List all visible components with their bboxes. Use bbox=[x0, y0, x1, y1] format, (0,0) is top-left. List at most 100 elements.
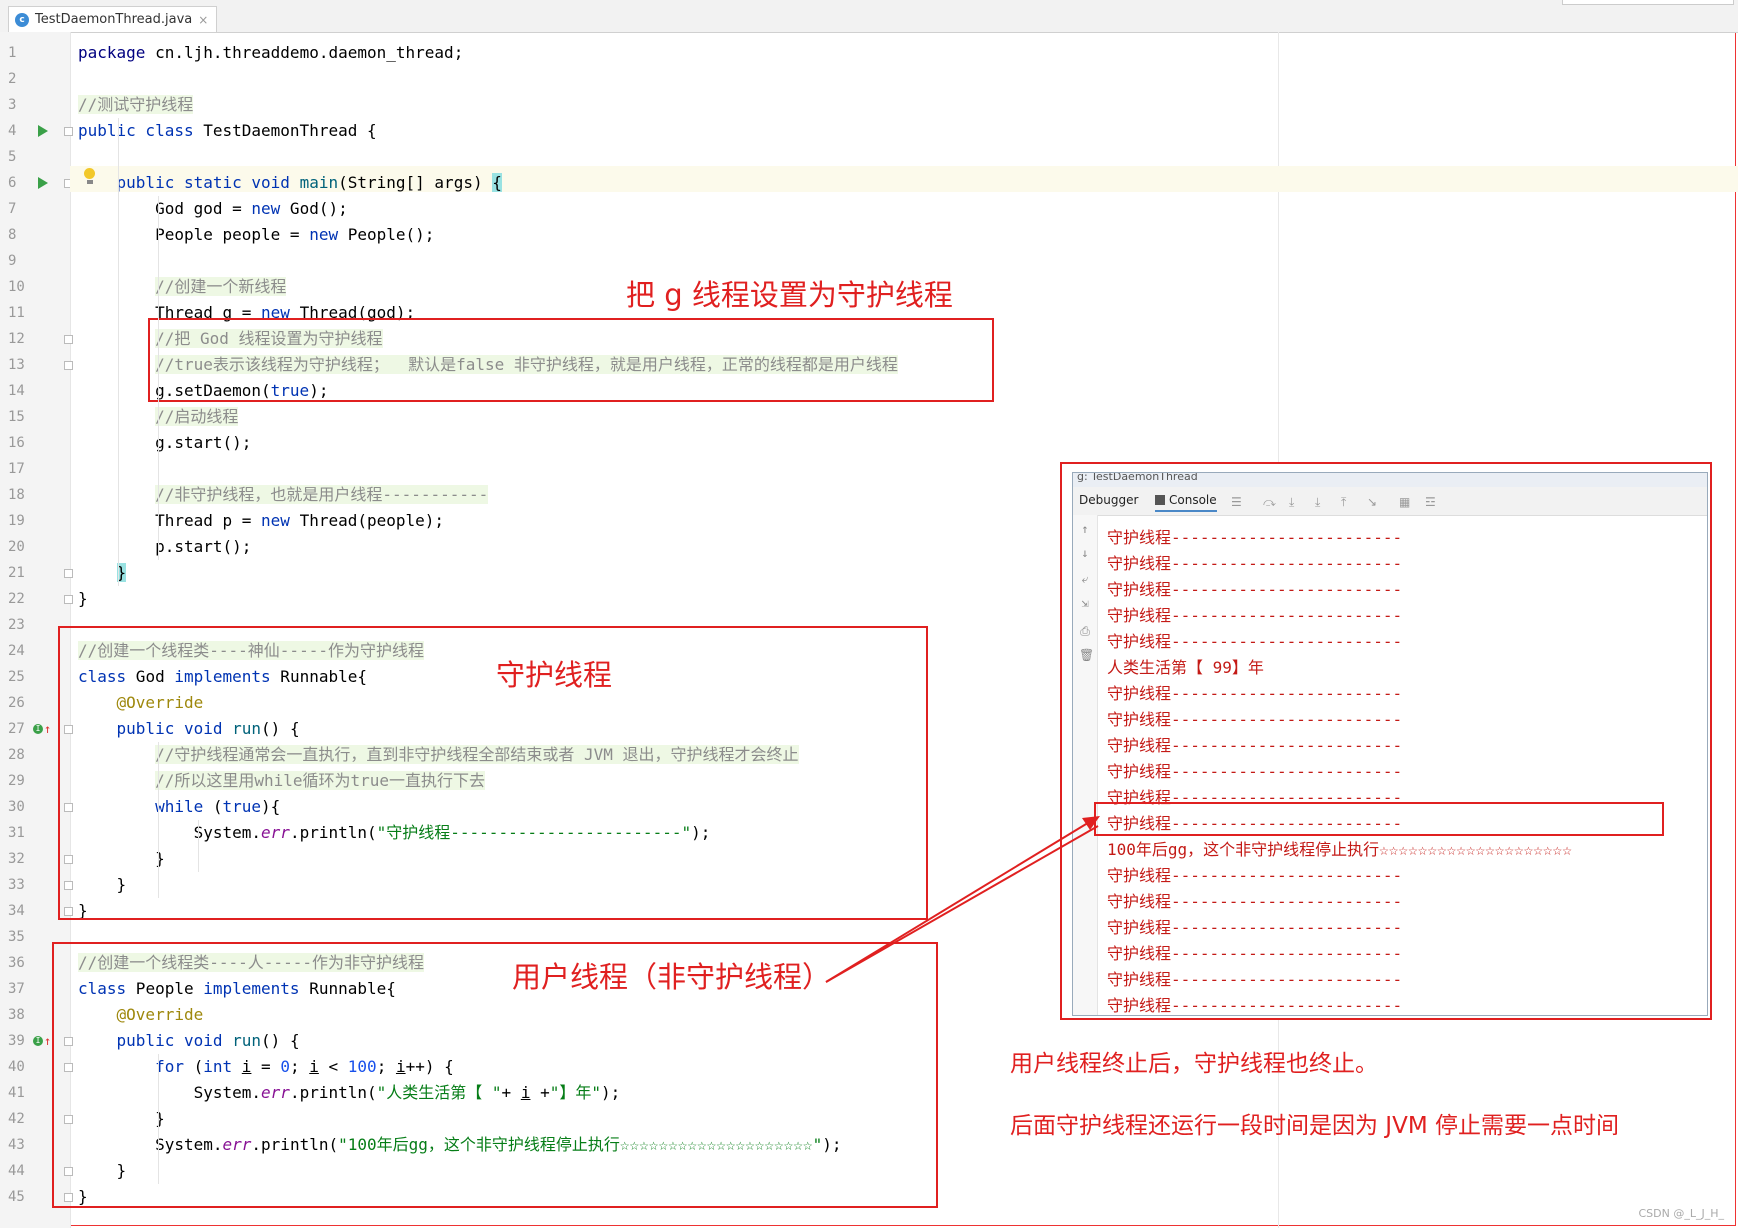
arrow-down-icon[interactable]: ↓ bbox=[1079, 547, 1091, 559]
menu-icon[interactable]: ☰ bbox=[1231, 496, 1243, 508]
soft-wrap-icon[interactable]: ⤶ bbox=[1079, 573, 1091, 585]
console-line: 守护线程------------------------ bbox=[1107, 944, 1403, 963]
console-line: 守护线程------------------------ bbox=[1107, 892, 1403, 911]
line-number: 29 bbox=[8, 773, 25, 789]
console-line: 守护线程------------------------ bbox=[1107, 606, 1403, 625]
trash-icon[interactable]: 🗑 bbox=[1079, 649, 1094, 661]
code-token: People(); bbox=[338, 225, 435, 244]
trace-icon[interactable]: ☲ bbox=[1425, 496, 1437, 508]
line-number: 20 bbox=[8, 539, 25, 555]
code-token: public class bbox=[78, 121, 194, 140]
code-token: p.start(); bbox=[78, 537, 252, 556]
line-number: 33 bbox=[8, 877, 25, 893]
line-number: 28 bbox=[8, 747, 25, 763]
run-gutter-icon[interactable] bbox=[38, 177, 48, 189]
scroll-to-end-icon[interactable]: ⇲ bbox=[1079, 597, 1091, 609]
indent-guide bbox=[118, 118, 119, 586]
fold-marker-icon[interactable] bbox=[64, 127, 73, 136]
code-token: People people = bbox=[78, 225, 310, 244]
code-line: People people = new People(); bbox=[78, 222, 434, 248]
print-icon[interactable]: ⎙ bbox=[1079, 625, 1091, 637]
line-number: 16 bbox=[8, 435, 25, 451]
run-to-cursor-icon[interactable]: ↘ bbox=[1367, 496, 1379, 508]
line-number: 27 bbox=[8, 721, 25, 737]
code-line: //测试守护线程 bbox=[78, 92, 194, 118]
line-number: 44 bbox=[8, 1163, 25, 1179]
code-token: //非守护线程，也就是用户线程----------- bbox=[155, 485, 489, 504]
indent-guide bbox=[158, 1054, 159, 1184]
console-line: 守护线程------------------------ bbox=[1107, 528, 1403, 547]
line-number: 25 bbox=[8, 669, 25, 685]
line-number: 2 bbox=[8, 71, 17, 87]
line-number: 24 bbox=[8, 643, 25, 659]
step-into-icon[interactable]: ⤓ bbox=[1289, 496, 1301, 508]
force-step-into-icon[interactable]: ⤓ bbox=[1315, 496, 1327, 508]
console-line: 人类生活第【 99】年 bbox=[1107, 658, 1264, 677]
code-token: (String[] args) bbox=[338, 173, 493, 192]
line-number: 22 bbox=[8, 591, 25, 607]
code-line: public static void main(String[] args) { bbox=[78, 170, 502, 196]
step-out-icon[interactable]: ⤒ bbox=[1341, 496, 1353, 508]
console-line: 守护线程------------------------ bbox=[1107, 970, 1403, 989]
console-icon bbox=[1155, 495, 1165, 505]
line-number: 11 bbox=[8, 305, 25, 321]
line-number: 17 bbox=[8, 461, 25, 477]
console-title: g: TestDaemonThread bbox=[1073, 473, 1707, 487]
highlight-box-set-daemon bbox=[148, 318, 994, 402]
line-number: 40 bbox=[8, 1059, 25, 1075]
console-line: 守护线程------------------------ bbox=[1107, 554, 1403, 573]
code-token: new bbox=[251, 199, 281, 218]
fold-marker-icon[interactable] bbox=[64, 569, 73, 578]
highlight-box-god-class bbox=[58, 626, 928, 920]
line-number: 9 bbox=[8, 253, 17, 269]
line-number: 21 bbox=[8, 565, 25, 581]
tab-filename: TestDaemonThread.java bbox=[35, 12, 193, 27]
override-arrow-icon[interactable]: ↑ bbox=[44, 723, 51, 735]
code-line: } bbox=[78, 586, 88, 612]
run-gutter-icon[interactable] bbox=[38, 125, 48, 137]
line-number: 26 bbox=[8, 695, 25, 711]
note-conclusion-2: 后面守护线程还运行一段时间是因为 JVM 停止需要一点时间 bbox=[1010, 1113, 1619, 1139]
line-number: 10 bbox=[8, 279, 25, 295]
fold-marker-icon[interactable] bbox=[64, 361, 73, 370]
tab-console[interactable]: Console bbox=[1155, 493, 1217, 512]
code-token: g.start(); bbox=[78, 433, 252, 452]
code-line: g.start(); bbox=[78, 430, 251, 456]
console-tabs: Debugger Console ☰ ⤼ ⤓ ⤓ ⤒ ↘ ▦ ☲ bbox=[1073, 487, 1707, 516]
editor-tab-bar: c TestDaemonThread.java × bbox=[0, 0, 1738, 33]
tab-debugger[interactable]: Debugger bbox=[1079, 493, 1138, 507]
editor-tab-testdaemonthread[interactable]: c TestDaemonThread.java × bbox=[8, 6, 218, 32]
line-number: 41 bbox=[8, 1085, 25, 1101]
step-over-icon[interactable]: ⤼ bbox=[1263, 496, 1276, 508]
line-number: 42 bbox=[8, 1111, 25, 1127]
fold-marker-icon[interactable] bbox=[64, 335, 73, 344]
evaluate-icon[interactable]: ▦ bbox=[1399, 496, 1411, 508]
fold-marker-icon[interactable] bbox=[64, 595, 73, 604]
close-icon[interactable]: × bbox=[198, 13, 208, 27]
arrow-up-icon[interactable]: ↑ bbox=[1079, 523, 1091, 535]
code-line: Thread p = new Thread(people); bbox=[78, 508, 444, 534]
code-token: //创建一个新线程 bbox=[155, 277, 287, 296]
line-number: 7 bbox=[8, 201, 17, 217]
tab-console-label: Console bbox=[1169, 493, 1217, 507]
line-number: 45 bbox=[8, 1189, 25, 1205]
line-number: 4 bbox=[8, 123, 17, 139]
override-arrow-icon[interactable]: ↑ bbox=[44, 1035, 51, 1047]
console-line: 守护线程------------------------ bbox=[1107, 736, 1403, 755]
note-daemon-thread: 守护线程 bbox=[496, 658, 613, 692]
line-number: 3 bbox=[8, 97, 17, 113]
console-line: 守护线程------------------------ bbox=[1107, 580, 1403, 599]
code-token: God god = bbox=[78, 199, 252, 218]
watermark: CSDN @_L_J_H_ bbox=[1638, 1207, 1724, 1220]
line-number: 23 bbox=[8, 617, 25, 633]
implements-icon[interactable]: I bbox=[33, 724, 43, 734]
line-number: 38 bbox=[8, 1007, 25, 1023]
implements-icon[interactable]: I bbox=[33, 1036, 43, 1046]
code-token: public static void bbox=[116, 173, 290, 192]
console-line: 守护线程------------------------ bbox=[1107, 866, 1403, 885]
line-number: 37 bbox=[8, 981, 25, 997]
